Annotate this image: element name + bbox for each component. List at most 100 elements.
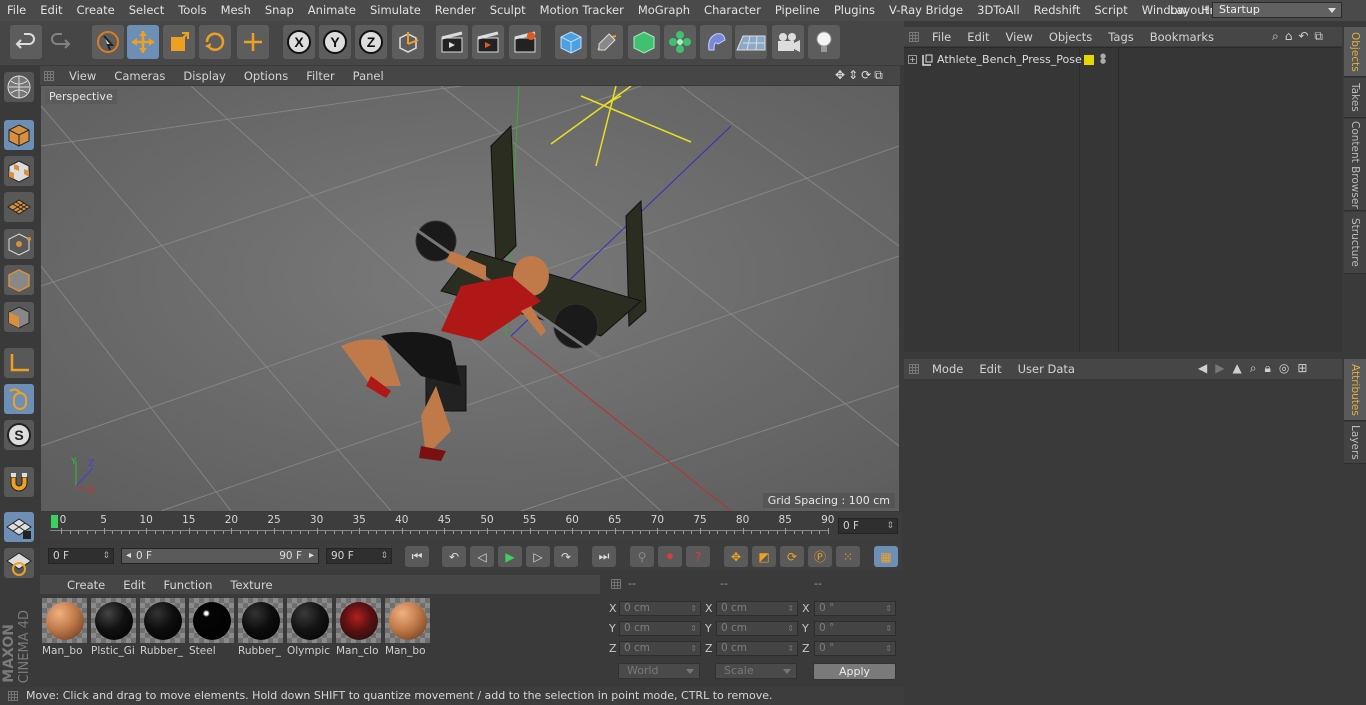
menu-edit[interactable]: Edit [33,0,69,21]
coordinate-system-button[interactable] [392,25,424,59]
menu-tools[interactable]: Tools [171,0,213,21]
panel-grip[interactable] [44,70,54,81]
x-axis-lock-button[interactable]: X [283,25,315,59]
move-tool-button[interactable] [127,25,159,59]
axis-mode-button[interactable] [0,346,38,380]
next-key-button[interactable]: ↷ [554,546,578,567]
material-swatch[interactable]: Olympic [287,598,332,657]
new-panel-icon[interactable]: ⊞ [1297,361,1307,376]
panel-grip[interactable] [8,691,18,701]
render-view-button[interactable] [436,25,468,59]
material-menu-edit[interactable]: Edit [114,578,154,592]
layout-select[interactable]: Startup [1212,2,1342,18]
menu-mesh[interactable]: Mesh [214,0,258,21]
tab-structure[interactable]: Structure [1344,212,1366,274]
current-frame-field[interactable]: 0 F [838,518,898,534]
material-menu-texture[interactable]: Texture [221,578,281,592]
object-row[interactable]: + Athlete_Bench_Press_Pose [908,53,1082,66]
panel-grip[interactable] [909,364,919,374]
record-active-button[interactable]: ⚲ [630,546,654,567]
menu-plugins[interactable]: Plugins [827,0,882,21]
menu-vray-bridge[interactable]: V-Ray Bridge [882,0,970,21]
expand-icon[interactable]: + [908,55,917,64]
menu-character[interactable]: Character [697,0,768,21]
position-y-field[interactable]: 0 cm [619,621,701,636]
objects-menu-file[interactable]: File [924,30,959,44]
material-swatch[interactable]: Man_bo [42,598,87,657]
timeline-window-button[interactable]: ▦ [874,546,898,567]
play-button[interactable]: ▶ [498,546,522,567]
scale-tool-button[interactable] [163,25,195,59]
menu-file[interactable]: File [0,0,33,21]
material-swatch[interactable]: Steel [189,598,234,657]
attributes-menu-edit[interactable]: Edit [971,362,1009,376]
pan-icon[interactable]: ✥ [835,68,845,83]
subdivision-button[interactable] [628,25,660,59]
next-frame-button[interactable]: ▷ [526,546,550,567]
live-selection-button[interactable] [92,25,124,59]
viewport-menu-panel[interactable]: Panel [344,69,393,83]
viewport-menu-filter[interactable]: Filter [297,69,343,83]
menu-create[interactable]: Create [70,0,122,21]
cube-primitive-button[interactable] [555,25,587,59]
workplane-lock-button[interactable] [0,510,38,544]
floor-button[interactable] [735,25,767,59]
key-pla-button[interactable]: ⁙ [836,546,860,567]
tab-objects[interactable]: Objects [1344,27,1366,77]
key-rotation-button[interactable]: ⟳ [780,546,804,567]
material-swatch[interactable]: Rubber_ [238,598,283,657]
menu-animate[interactable]: Animate [301,0,363,21]
material-swatch[interactable]: Man_bo [385,598,430,657]
key-scale-button[interactable]: ◩ [752,546,776,567]
lock-icon[interactable]: 🔒︎ [1264,361,1270,376]
home-icon[interactable]: ⌂ [1285,29,1293,44]
start-frame-field[interactable]: 0 F [48,548,114,564]
recent-tool-button[interactable] [237,25,269,59]
tweak-mode-button[interactable] [0,382,38,416]
maximize-icon[interactable]: ⧉ [1314,29,1323,44]
maximize-icon[interactable]: ⧉ [874,68,883,83]
tab-attributes[interactable]: Attributes [1344,359,1366,421]
previous-key-button[interactable]: ↶ [442,546,466,567]
back-arrow-icon[interactable]: ◀ [1198,361,1207,376]
timeline-ruler[interactable]: 0 5 10 15 20 25 30 35 40 45 50 55 60 65 70 75 80 85 90 0 F [40,512,902,542]
z-axis-lock-button[interactable]: Z [355,25,387,59]
material-menu-create[interactable]: Create [58,578,114,592]
previous-frame-button[interactable]: ◁ [470,546,494,567]
texture-mode-button[interactable] [0,154,38,188]
size-z-field[interactable]: 0 cm [716,641,798,656]
snap-button[interactable] [0,465,38,499]
menu-motion-tracker[interactable]: Motion Tracker [533,0,631,21]
position-x-field[interactable]: 0 cm [619,601,701,616]
viewport-menu-cameras[interactable]: Cameras [105,69,174,83]
menu-select[interactable]: Select [122,0,171,21]
target-icon[interactable]: ◎ [1279,361,1289,376]
tab-layers[interactable]: Layers [1344,422,1366,464]
objects-menu-objects[interactable]: Objects [1041,30,1100,44]
make-editable-button[interactable] [0,70,38,104]
rotate-tool-button[interactable] [199,25,231,59]
dolly-icon[interactable]: ⇕ [848,68,858,83]
menu-snap[interactable]: Snap [258,0,301,21]
material-swatch[interactable]: Rubber_ [140,598,185,657]
coordinate-mode-dropdown[interactable]: World [618,663,700,679]
cloner-button[interactable] [664,25,696,59]
size-y-field[interactable]: 0 cm [716,621,798,636]
points-mode-button[interactable] [0,227,38,261]
frame-range-slider[interactable]: ◂ 0 F 90 F ▸ [121,548,319,564]
viewport-menu-view[interactable]: View [60,69,105,83]
search-icon[interactable]: ⌕ [1272,29,1279,44]
apply-button[interactable]: Apply [813,663,896,680]
menu-mograph[interactable]: MoGraph [631,0,697,21]
objects-menu-edit[interactable]: Edit [959,30,997,44]
polygons-mode-button[interactable] [0,300,38,334]
objects-menu-tags[interactable]: Tags [1100,30,1141,44]
redo-button[interactable] [44,25,76,59]
solo-button[interactable]: S [0,418,38,452]
perspective-viewport[interactable]: Y Z X Perspective Grid Spacing : 100 cm [41,86,899,511]
key-parameter-button[interactable]: Ⓟ [808,546,832,567]
rotation-p-field[interactable]: 0 ° [814,621,896,636]
back-icon[interactable]: ↶ [1298,29,1308,44]
search-icon[interactable]: ⌕ [1250,361,1257,376]
panel-grip[interactable] [611,579,621,589]
